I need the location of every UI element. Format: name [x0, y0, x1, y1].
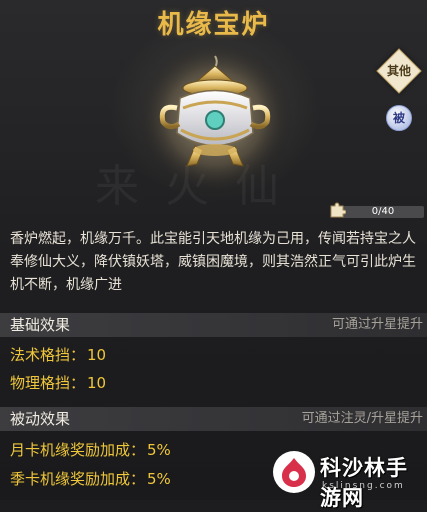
basic-effect-title: 基础效果 — [10, 316, 71, 334]
stat-label: 月卡机缘奖励加成： — [10, 441, 146, 459]
stat-value: 10 — [87, 346, 107, 364]
site-logo-icon — [273, 451, 315, 493]
fragment-progress: 0/40 — [328, 202, 424, 219]
fragment-progress-label: 0/40 — [371, 206, 395, 217]
site-watermark: 科沙林手游网 kslinsng.com — [268, 444, 427, 510]
stat-label: 季卡机缘奖励加成： — [10, 470, 146, 488]
stat-quarterly-card-bonus: 季卡机缘奖励加成： 5% — [10, 468, 171, 490]
site-watermark-url: kslinsng.com — [322, 481, 405, 491]
stat-spell-block: 法术格挡： 10 — [10, 344, 106, 366]
stat-value: 5% — [147, 441, 171, 459]
item-title: 机缘宝炉 — [157, 10, 270, 40]
stat-value: 5% — [147, 470, 171, 488]
quality-badge-label: 其他 — [386, 64, 411, 78]
basic-effect-header: 基础效果 可通过升星提升 — [0, 313, 427, 337]
incense-burner-icon — [137, 40, 293, 196]
stat-value: 10 — [87, 374, 107, 392]
stat-physical-block: 物理格挡： 10 — [10, 372, 106, 394]
item-description: 香炉燃起，机缘万千。此宝能引天地机缘为己用，传闻若持宝之人奉修仙大义，降伏镇妖塔… — [10, 231, 416, 293]
basic-effect-hint: 可通过升星提升 — [331, 317, 423, 332]
stat-label: 物理格挡： — [10, 374, 86, 392]
passive-effect-hint: 可通过注灵/升星提升 — [301, 411, 423, 426]
passive-effect-header: 被动效果 可通过注灵/升星提升 — [0, 407, 427, 431]
passive-type-badge: 被 — [386, 105, 412, 131]
passive-effect-title: 被动效果 — [10, 410, 71, 428]
stat-label: 法术格挡： — [10, 346, 86, 364]
stat-monthly-card-bonus: 月卡机缘奖励加成： 5% — [10, 439, 171, 461]
puzzle-piece-icon — [330, 202, 346, 218]
